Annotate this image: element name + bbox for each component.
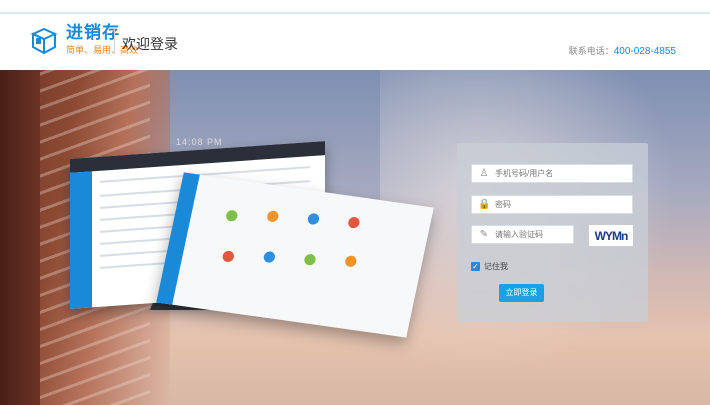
lock-icon: 🔒: [478, 198, 491, 210]
module-icon: [221, 250, 235, 263]
captcha-text: WYMn: [594, 228, 629, 243]
user-icon: ♙: [479, 167, 489, 179]
contact-phone: 400-028-4855: [613, 46, 676, 57]
building-shadow: [0, 70, 40, 405]
contact-info: 联系电话：400-028-4855: [569, 44, 676, 57]
brand-separator: [114, 28, 115, 54]
cube-logo-icon: [30, 27, 58, 55]
captcha-image[interactable]: WYMn: [589, 225, 633, 246]
mock-clock: 14:08 PM: [176, 137, 223, 147]
mock-sidebar: [70, 171, 92, 309]
contact-label: 联系电话：: [568, 46, 614, 56]
module-icon: [347, 216, 361, 229]
remember-me[interactable]: ✓ 记住我: [471, 261, 508, 272]
welcome-title: 欢迎登录: [122, 36, 178, 52]
module-icon: [266, 210, 280, 223]
password-input[interactable]: [495, 200, 625, 209]
module-icon: [344, 255, 358, 268]
login-button[interactable]: 立即登录: [499, 284, 544, 302]
header: 进销存 简单、易用、高效 欢迎登录 联系电话：400-028-4855: [0, 14, 710, 70]
module-icon: [225, 209, 239, 223]
username-input[interactable]: [495, 169, 625, 178]
module-icon: [303, 253, 317, 266]
login-panel: ♙ 🔒 ✎ WYMn ✓ 记住我 立即登录: [457, 143, 648, 322]
username-field[interactable]: ♙: [471, 164, 633, 183]
module-icon: [262, 250, 276, 264]
captcha-input[interactable]: [495, 230, 570, 239]
captcha-field[interactable]: ✎: [471, 225, 574, 244]
pencil-icon: ✎: [479, 228, 489, 240]
password-field[interactable]: 🔒: [471, 195, 633, 214]
remember-checkbox[interactable]: ✓: [471, 262, 480, 271]
module-icon: [306, 212, 321, 226]
remember-label: 记住我: [484, 262, 508, 271]
